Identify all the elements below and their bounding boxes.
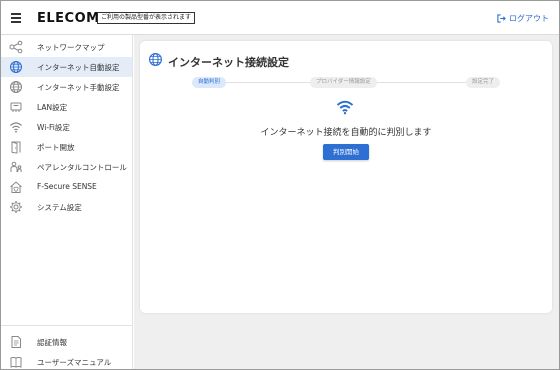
logout-label: ログアウト [509, 14, 549, 23]
sidebar-item-label: インターネット自動設定 [37, 63, 120, 72]
sidebar-item-system[interactable]: システム設定 [1, 197, 132, 217]
document-icon [11, 336, 21, 348]
app-window: ELECOM ご利用の製品型番が表示されます ログアウト ネットワークマップ イ… [0, 0, 560, 370]
sidebar-item-internet-auto[interactable]: インターネット自動設定 [1, 57, 132, 77]
lan-icon [10, 102, 22, 112]
logout-icon [497, 14, 506, 23]
sidebar-item-port-forward[interactable]: ポート開放 [1, 137, 132, 157]
door-icon [11, 141, 21, 154]
book-icon [10, 357, 22, 368]
sidebar-item-label: F-Secure SENSE [37, 182, 97, 191]
sidebar-item-label: システム設定 [37, 203, 82, 212]
sidebar-item-label: ペアレンタルコントロール [37, 163, 127, 172]
sidebar-item-label: インターネット手動設定 [37, 83, 120, 92]
step-provider-info: プロバイダー情報設定 [310, 77, 377, 88]
sidebar-item-fsecure-sense[interactable]: F-Secure SENSE [1, 177, 132, 197]
main-content: インターネット接続設定 自動判別 プロバイダー情報設定 設定完了 インターネット… [134, 35, 559, 369]
globe-icon [10, 81, 22, 93]
sidebar: ネットワークマップ インターネット自動設定 インターネット手動設定 LAN設定 … [1, 35, 133, 369]
hamburger-menu-icon[interactable] [10, 12, 24, 24]
start-detection-button[interactable]: 判別開始 [323, 144, 369, 160]
home-shield-icon [10, 181, 22, 193]
brand-logo: ELECOM [37, 11, 100, 26]
sidebar-footer: 認証情報 ユーザーズマニュアル [1, 325, 132, 368]
model-notice: ご利用の製品型番が表示されます [97, 12, 196, 24]
globe-icon [149, 53, 162, 66]
parental-icon [10, 161, 22, 172]
sidebar-item-label: ポート開放 [37, 143, 75, 152]
sidebar-item-parental[interactable]: ペアレンタルコントロール [1, 157, 132, 177]
sidebar-item-manual[interactable]: ユーザーズマニュアル [1, 352, 132, 369]
detect-message: インターネット接続を自動的に判別します [260, 128, 432, 138]
network-map-icon [9, 40, 23, 54]
sidebar-item-lan[interactable]: LAN設定 [1, 97, 132, 117]
sidebar-item-wifi[interactable]: Wi-Fi設定 [1, 117, 132, 137]
sidebar-item-label: LAN設定 [37, 103, 68, 112]
page-title: インターネット接続設定 [168, 56, 289, 69]
top-header: ELECOM ご利用の製品型番が表示されます ログアウト [1, 1, 559, 35]
sidebar-item-label: 認証情報 [37, 338, 67, 347]
wifi-icon [10, 122, 22, 133]
step-auto-detect: 自動判別 [192, 77, 227, 88]
globe-icon [10, 61, 22, 73]
sidebar-item-label: ネットワークマップ [37, 43, 105, 52]
sidebar-item-label: ユーザーズマニュアル [37, 358, 112, 367]
logout-link[interactable]: ログアウト [497, 13, 549, 24]
sidebar-item-network-map[interactable]: ネットワークマップ [1, 37, 132, 57]
sidebar-item-internet-manual[interactable]: インターネット手動設定 [1, 77, 132, 97]
step-complete: 設定完了 [466, 77, 501, 88]
gear-icon [10, 201, 22, 213]
sidebar-item-credentials[interactable]: 認証情報 [1, 332, 132, 352]
internet-setup-card: インターネット接続設定 自動判別 プロバイダー情報設定 設定完了 インターネット… [140, 41, 552, 313]
sidebar-item-label: Wi-Fi設定 [37, 123, 70, 132]
wifi-signal-icon [336, 100, 354, 115]
